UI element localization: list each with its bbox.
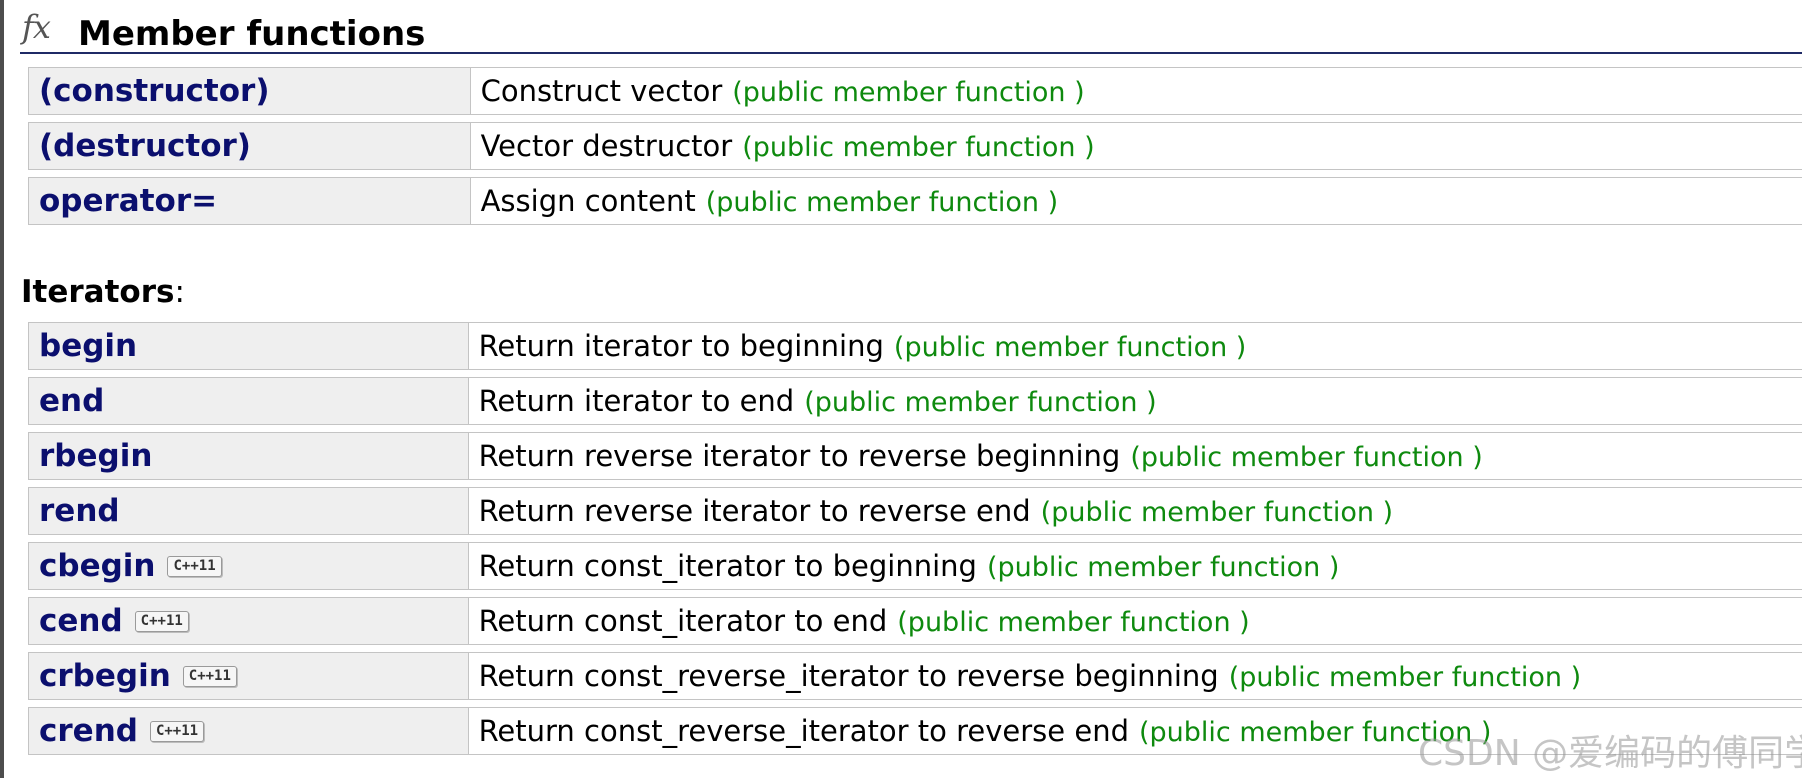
function-name-cell: begin [28, 322, 469, 370]
left-border-rule [0, 0, 4, 778]
function-name-cell: (destructor) [28, 122, 471, 170]
function-description-cell: Return const_iterator to beginning (publi… [468, 542, 1802, 590]
function-name-link[interactable]: end [39, 383, 104, 419]
function-kind: (public member function ) [1130, 442, 1483, 473]
function-name-link[interactable]: (constructor) [39, 73, 270, 109]
cpp11-badge: C++11 [149, 721, 205, 742]
function-kind: (public member function ) [705, 187, 1059, 218]
cpp11-badge: C++11 [134, 611, 189, 632]
function-row: end Return iterator to end (public member … [28, 377, 1802, 425]
function-row: crbegin C++11 Return const_reverse_iterato… [28, 652, 1802, 700]
function-row: cbegin C++11 Return const_iterator to begi… [28, 542, 1802, 590]
section-header: fx Member functions [20, 8, 1802, 54]
function-row: (constructor) Construct vector (public mem… [28, 67, 1802, 115]
function-name-link[interactable]: cbegin [39, 548, 155, 584]
function-row: rbegin Return reverse iterator to reverse… [28, 432, 1802, 480]
function-name-link[interactable]: operator= [39, 183, 217, 219]
function-kind: (public member function ) [1228, 662, 1582, 693]
function-description: Return const_iterator to beginning [478, 549, 977, 583]
function-description: Return const_iterator to end [478, 604, 888, 638]
function-description-cell: Vector destructor (public member function… [470, 122, 1802, 170]
function-row: rend Return reverse iterator to reverse e… [28, 487, 1802, 535]
function-name-cell: rbegin [28, 432, 469, 480]
function-description-cell: Return reverse iterator to reverse begin… [468, 432, 1802, 480]
fx-icon: fx [22, 8, 51, 46]
function-name-link[interactable]: (destructor) [39, 128, 251, 164]
function-description-cell: Assign content (public member function ) [470, 177, 1802, 225]
iterators-heading-suffix: : [174, 274, 185, 310]
function-description-cell: Return reverse iterator to reverse end (p… [468, 487, 1802, 535]
function-kind: (public member function ) [897, 607, 1250, 638]
function-row: cend C++11 Return const_iterator to end (pu… [28, 597, 1802, 645]
function-name-link[interactable]: rend [39, 493, 120, 529]
function-kind: (public member function ) [986, 552, 1340, 583]
function-name-cell: rend [28, 487, 469, 535]
function-description: Construct vector [480, 74, 723, 108]
function-name-cell: end [28, 377, 469, 425]
section-title: Member functions [78, 14, 426, 54]
function-kind: (public member function ) [893, 332, 1247, 363]
function-row: begin Return iterator to beginning (public… [28, 322, 1802, 370]
function-name-cell: operator= [28, 177, 471, 225]
iterators-heading-label: Iterators [21, 274, 175, 310]
function-kind: (public member function ) [1040, 497, 1394, 528]
function-name-cell: crbegin C++11 [28, 652, 469, 700]
function-description: Return reverse iterator to reverse end [478, 494, 1031, 528]
function-description: Return reverse iterator to reverse begin… [478, 439, 1121, 473]
function-description: Return const_reverse_iterator to reverse… [478, 659, 1219, 693]
function-description: Return iterator to beginning [478, 329, 884, 363]
function-name-cell: (constructor) [28, 67, 471, 115]
function-description: Return iterator to end [478, 384, 795, 418]
function-name-link[interactable]: crend [39, 713, 138, 749]
cpp11-badge: C++11 [182, 666, 237, 687]
watermark: CSDN @爱编码的傅同学 [1418, 733, 1802, 774]
function-description-cell: Return const_reverse_iterator to reverse… [468, 652, 1802, 700]
function-description-cell: Construct vector (public member function … [470, 67, 1802, 115]
iterators-table: begin Return iterator to beginning (public… [28, 315, 1802, 762]
function-name-cell: crend C++11 [28, 707, 469, 755]
function-description: Assign content [480, 184, 696, 218]
function-name-link[interactable]: begin [39, 328, 137, 364]
function-name-cell: cend C++11 [28, 597, 469, 645]
function-description-cell: Return iterator to beginning (public memb… [468, 322, 1802, 370]
function-description: Return const_reverse_iterator to reverse… [478, 714, 1129, 748]
function-name-link[interactable]: crbegin [39, 658, 171, 694]
function-row: operator= Assign content (public member fu… [28, 177, 1802, 225]
iterators-heading: Iterators: [21, 274, 185, 310]
member-functions-table: (constructor) Construct vector (public mem… [28, 60, 1802, 232]
function-name-link[interactable]: cend [39, 603, 123, 639]
function-name-cell: cbegin C++11 [28, 542, 469, 590]
function-kind: (public member function ) [732, 77, 1085, 108]
function-kind: (public member function ) [804, 387, 1157, 418]
function-description-cell: Return iterator to end (public member fun… [468, 377, 1802, 425]
function-kind: (public member function ) [742, 132, 1095, 163]
function-description-cell: Return const_iterator to end (public memb… [468, 597, 1802, 645]
cpp11-badge: C++11 [167, 556, 222, 577]
function-name-link[interactable]: rbegin [39, 438, 152, 474]
function-description: Vector destructor [480, 129, 733, 163]
function-row: (destructor) Vector destructor (public mem… [28, 122, 1802, 170]
